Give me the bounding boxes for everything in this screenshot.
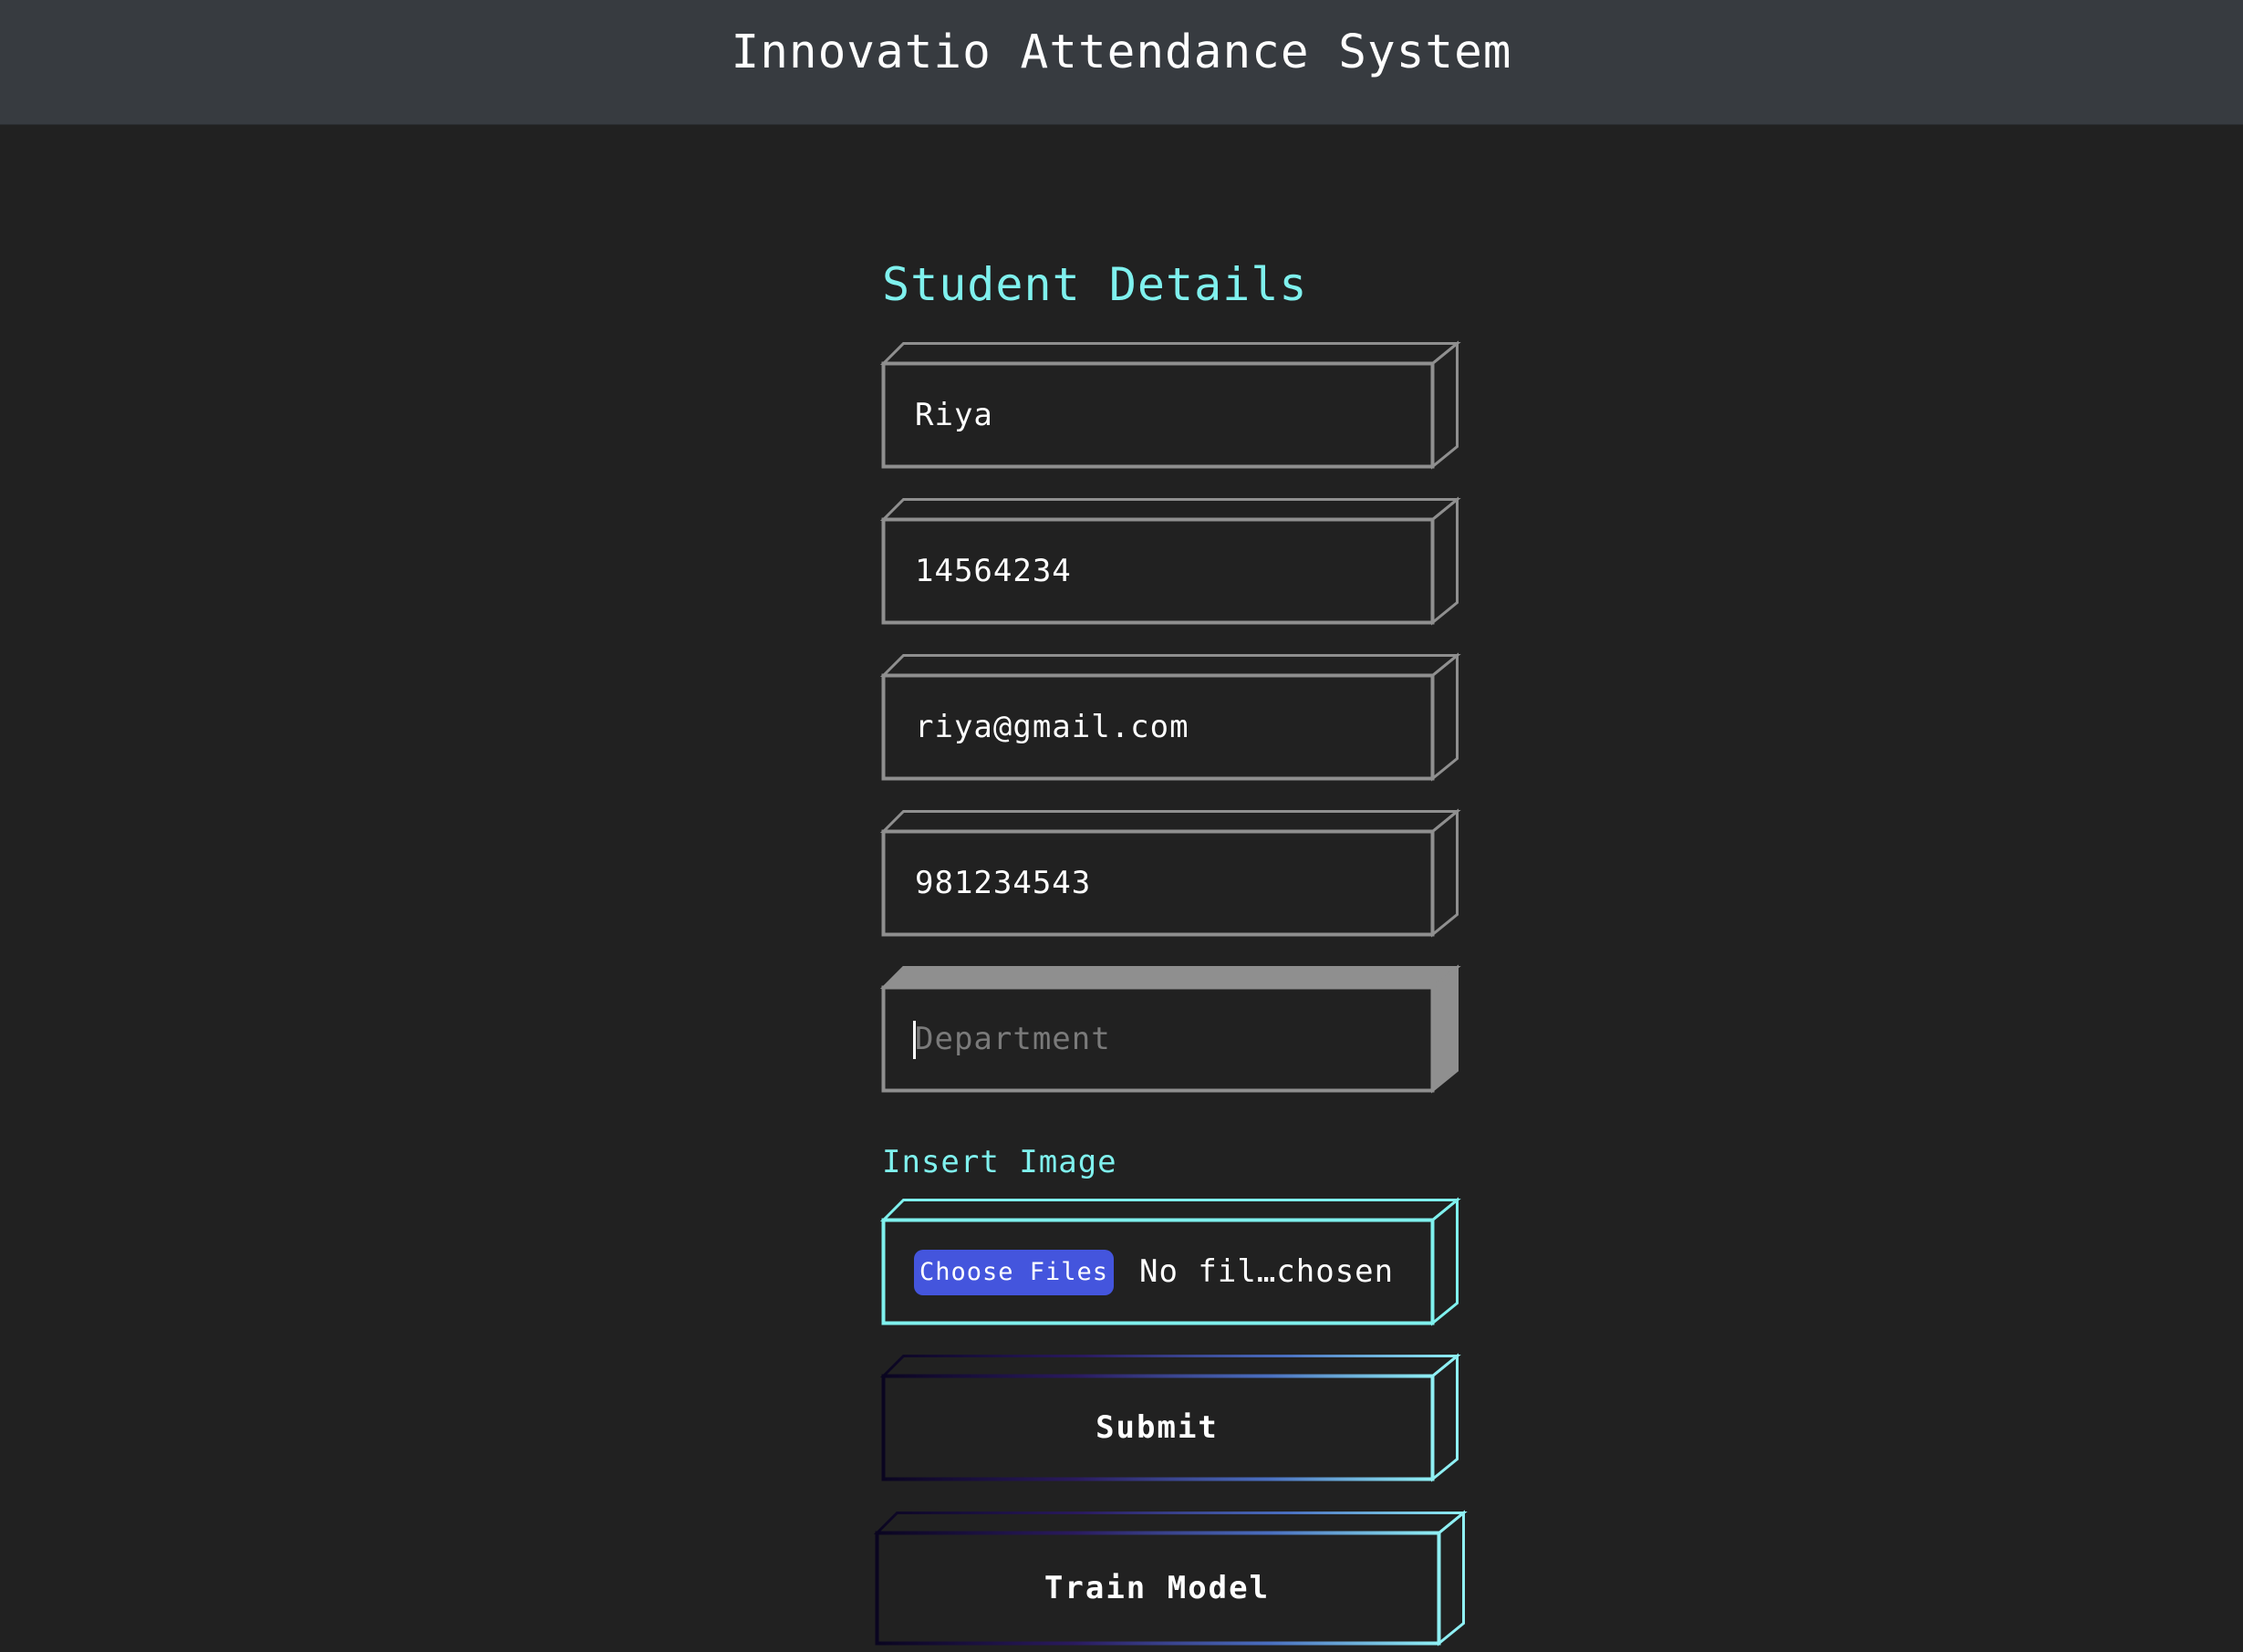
train-model-button[interactable]: Train Model (873, 1510, 1468, 1647)
phone-value: 981234543 (915, 865, 1092, 901)
submit-label: Submit (1096, 1409, 1219, 1446)
choose-files-button[interactable]: Choose Files (914, 1250, 1115, 1295)
name-value: Riya (915, 397, 993, 433)
phone-field[interactable]: 981234543 (879, 808, 1461, 938)
app-title: Innovatio Attendance System (731, 26, 1512, 79)
department-placeholder: Department (915, 1021, 1111, 1057)
email-field[interactable]: riya@gmail.com (879, 652, 1461, 782)
insert-image-label: Insert Image (882, 1144, 1117, 1180)
section-title: Student Details (882, 258, 1308, 311)
submit-button[interactable]: Submit (879, 1353, 1461, 1482)
department-field[interactable]: Department (879, 964, 1461, 1094)
name-field[interactable]: Riya (879, 340, 1461, 470)
image-file-input[interactable]: Choose Files No fil…chosen (879, 1197, 1461, 1326)
student-id-field[interactable]: 14564234 (879, 496, 1461, 626)
email-value: riya@gmail.com (915, 709, 1189, 745)
student-id-value: 14564234 (915, 553, 1072, 589)
train-model-label: Train Model (1044, 1570, 1271, 1606)
file-status-text: No fil…chosen (1139, 1253, 1395, 1290)
app-header: Innovatio Attendance System (0, 0, 2243, 125)
